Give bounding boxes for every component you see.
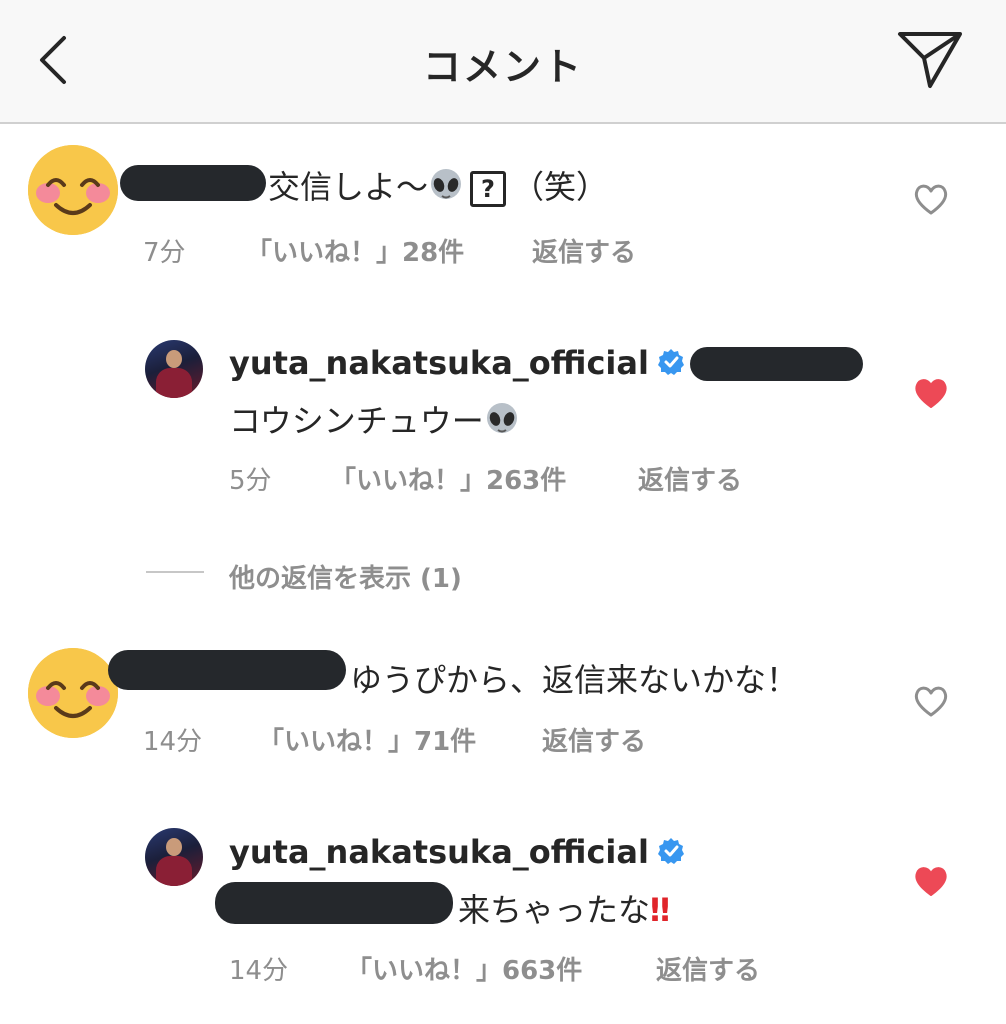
smiling-face-icon [28,145,118,235]
comment-text: ゆうぴから、返信来ないかな！ [350,661,799,699]
reply-button[interactable]: 返信する [656,950,760,987]
avatar[interactable] [28,648,118,738]
heart-outline-icon [914,184,948,215]
verified-badge-icon [658,349,684,375]
like-button[interactable] [913,684,949,718]
alien-icon [431,169,462,199]
unknown-glyph-icon: ? [470,171,507,207]
paper-plane-icon [898,32,962,88]
reply-button[interactable]: 返信する [638,460,742,497]
comment-text: 交信しよ〜? （笑） [268,168,609,207]
like-count-link[interactable]: 「いいね！」28件 [246,232,464,269]
comment-text: 来ちゃったな‼ [458,891,670,929]
like-button[interactable] [913,864,949,898]
comment-time: 7分 [143,238,186,268]
comment-time: 14分 [143,727,203,757]
redacted-username [120,165,266,201]
header-bar: コメント [0,0,1006,124]
comment-time: 14分 [229,956,289,986]
reply-button[interactable]: 返信する [542,721,646,758]
avatar[interactable] [145,340,203,398]
view-more-replies-link[interactable]: 他の返信を表示 (1) [229,558,462,595]
page-title: コメント [422,45,583,89]
smiling-face-icon [28,648,118,738]
comment-time: 5分 [229,466,272,496]
redacted-username [108,650,346,690]
comment-text: コウシンチュウー [229,396,520,442]
username-link[interactable]: yuta_nakatsuka_official [229,833,649,871]
alien-icon [486,403,517,433]
redacted-mention [690,347,863,381]
username-link[interactable]: yuta_nakatsuka_official [229,344,649,382]
verified-badge-icon [658,838,684,864]
like-count-link[interactable]: 「いいね！」663件 [346,950,582,987]
redacted-mention [215,882,453,924]
like-button[interactable] [913,182,949,216]
heart-filled-icon [915,379,947,408]
like-count-link[interactable]: 「いいね！」263件 [330,460,566,497]
avatar[interactable] [145,828,203,886]
like-count-link[interactable]: 「いいね！」71件 [258,721,476,758]
double-exclamation-icon: ‼ [650,891,670,929]
divider [146,571,204,573]
heart-outline-icon [914,686,948,717]
avatar[interactable] [28,145,118,235]
heart-filled-icon [915,867,947,896]
like-button[interactable] [913,376,949,410]
share-button[interactable] [894,28,966,92]
reply-button[interactable]: 返信する [532,232,636,269]
